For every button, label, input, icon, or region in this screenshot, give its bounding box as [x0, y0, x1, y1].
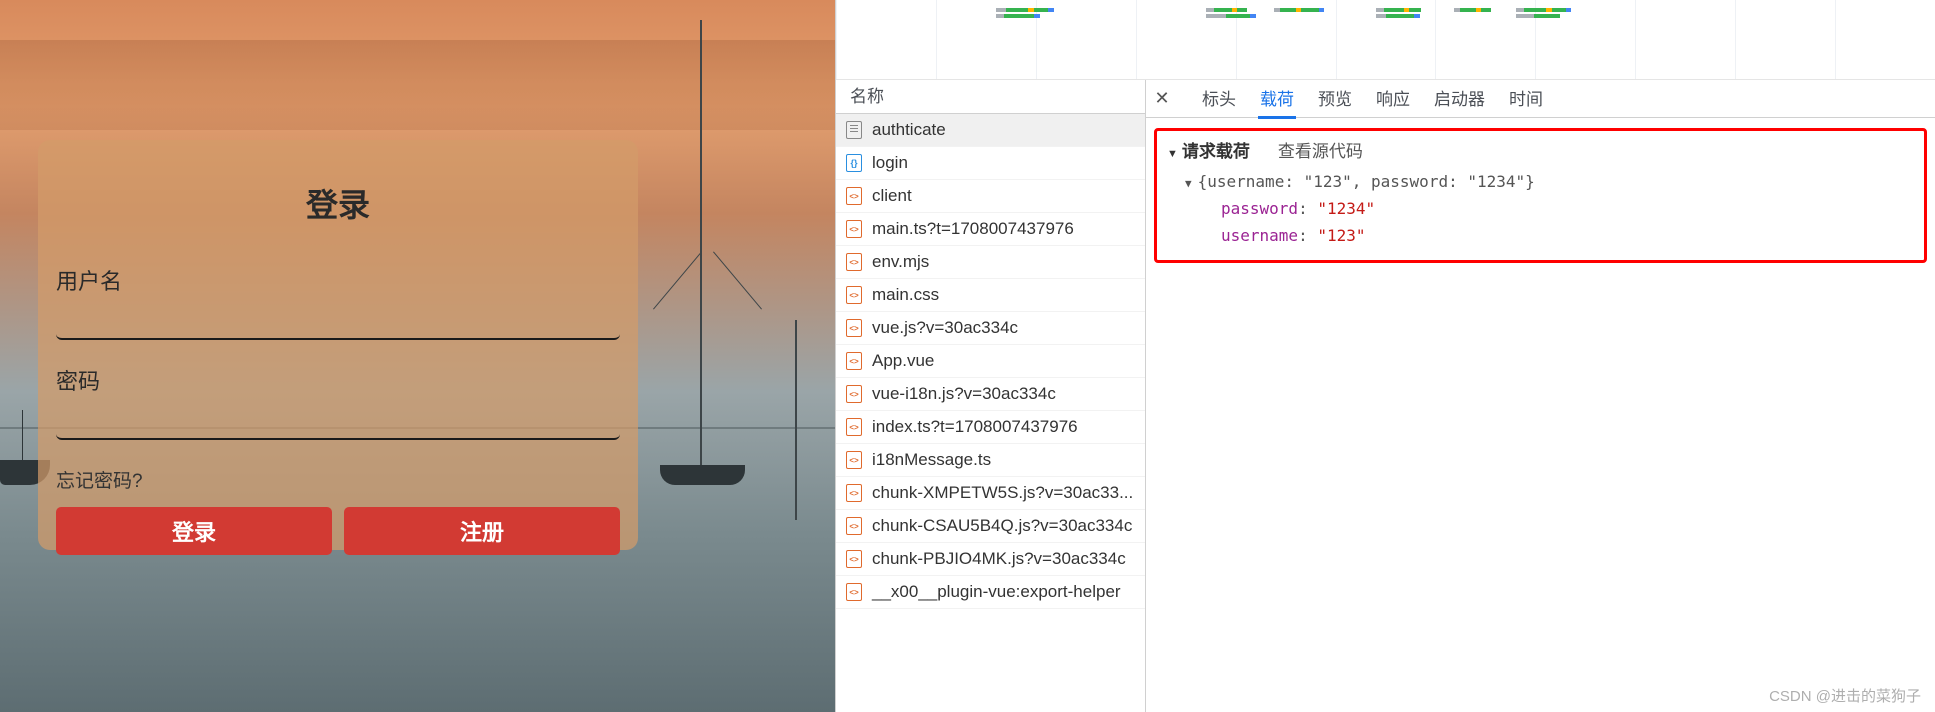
- network-column-header[interactable]: 名称: [836, 80, 1145, 114]
- json-summary: {username: "123", password: "1234"}: [1198, 172, 1535, 191]
- network-timeline[interactable]: [836, 0, 1935, 80]
- request-list[interactable]: authticate login client main.ts?t=170800743…: [836, 114, 1145, 712]
- tab-payload[interactable]: 载荷: [1258, 80, 1296, 119]
- request-name: main.css: [872, 285, 939, 305]
- sky-clouds: [0, 40, 835, 130]
- boat-mast: [22, 410, 23, 465]
- json-property-row[interactable]: password: "1234": [1185, 195, 1914, 222]
- script-file-icon: [846, 220, 862, 238]
- forgot-password-link[interactable]: 忘记密码?: [56, 466, 620, 493]
- request-name: chunk-XMPETW5S.js?v=30ac33...: [872, 483, 1133, 503]
- request-name: main.ts?t=1708007437976: [872, 219, 1074, 239]
- login-button[interactable]: 登录: [56, 507, 332, 555]
- script-file-icon: [846, 451, 862, 469]
- request-name: authticate: [872, 120, 946, 140]
- app-preview: 登录 用户名 密码 忘记密码? 登录 注册: [0, 0, 835, 712]
- login-card: 登录 用户名 密码 忘记密码? 登录 注册: [38, 140, 638, 550]
- request-item[interactable]: App.vue: [836, 345, 1145, 378]
- script-file-icon: [846, 187, 862, 205]
- request-name: chunk-PBJIO4MK.js?v=30ac334c: [872, 549, 1126, 569]
- login-title: 登录: [56, 180, 620, 226]
- request-item[interactable]: vue.js?v=30ac334c: [836, 312, 1145, 345]
- request-name: i18nMessage.ts: [872, 450, 991, 470]
- payload-panel: 请求载荷 查看源代码 ▼ {username: "123", password: …: [1146, 118, 1935, 712]
- script-file-icon: [846, 253, 862, 271]
- request-name: client: [872, 186, 912, 206]
- json-key: username: [1221, 226, 1298, 245]
- script-file-icon: [846, 319, 862, 337]
- request-name: App.vue: [872, 351, 934, 371]
- tab-preview[interactable]: 预览: [1316, 80, 1354, 119]
- detail-tabs: ✕ 标头 载荷 预览 响应 启动器 时间: [1146, 80, 1935, 118]
- devtools-panel: 名称 authticate login client main.ts?t=170800…: [835, 0, 1935, 712]
- script-file-icon: [846, 583, 862, 601]
- script-file-icon: [846, 418, 862, 436]
- request-item[interactable]: authticate: [836, 114, 1145, 147]
- script-file-icon: [846, 286, 862, 304]
- password-input[interactable]: [56, 406, 620, 440]
- tab-headers[interactable]: 标头: [1200, 80, 1238, 119]
- request-name: __x00__plugin-vue:export-helper: [872, 582, 1121, 602]
- view-source-link[interactable]: 查看源代码: [1278, 137, 1363, 162]
- sailboat-mast: [700, 20, 702, 470]
- request-name: chunk-CSAU5B4Q.js?v=30ac334c: [872, 516, 1132, 536]
- request-name: env.mjs: [872, 252, 929, 272]
- request-item[interactable]: chunk-PBJIO4MK.js?v=30ac334c: [836, 543, 1145, 576]
- json-value: "1234": [1317, 199, 1375, 218]
- request-item[interactable]: main.css: [836, 279, 1145, 312]
- button-row: 登录 注册: [56, 507, 620, 555]
- username-input[interactable]: [56, 306, 620, 340]
- close-icon[interactable]: ✕: [1152, 89, 1172, 109]
- network-column: 名称 authticate login client main.ts?t=170800…: [836, 80, 1146, 712]
- request-item[interactable]: chunk-XMPETW5S.js?v=30ac33...: [836, 477, 1145, 510]
- script-file-icon: [846, 484, 862, 502]
- request-item[interactable]: login: [836, 147, 1145, 180]
- detail-column: ✕ 标头 载荷 预览 响应 启动器 时间 请求载荷 查看源代码 ▼ {userna…: [1146, 80, 1935, 712]
- expand-toggle-icon[interactable]: ▼: [1185, 177, 1192, 190]
- json-key: password: [1221, 199, 1298, 218]
- document-icon: [846, 121, 862, 139]
- json-property-row[interactable]: username: "123": [1185, 222, 1914, 249]
- json-tree[interactable]: ▼ {username: "123", password: "1234"} pas…: [1167, 168, 1914, 250]
- username-label: 用户名: [56, 264, 620, 296]
- request-item[interactable]: __x00__plugin-vue:export-helper: [836, 576, 1145, 609]
- tab-response[interactable]: 响应: [1374, 80, 1412, 119]
- request-item[interactable]: vue-i18n.js?v=30ac334c: [836, 378, 1145, 411]
- request-item[interactable]: index.ts?t=1708007437976: [836, 411, 1145, 444]
- highlight-annotation: 请求载荷 查看源代码 ▼ {username: "123", password: …: [1154, 128, 1927, 263]
- sailboat-rigging: [653, 251, 702, 309]
- tab-timing[interactable]: 时间: [1507, 80, 1545, 119]
- watermark: CSDN @进击的菜狗子: [1769, 685, 1921, 706]
- request-name: vue-i18n.js?v=30ac334c: [872, 384, 1056, 404]
- devtools-body: 名称 authticate login client main.ts?t=170800…: [836, 80, 1935, 712]
- script-file-icon: [846, 385, 862, 403]
- json-value: "123": [1317, 226, 1365, 245]
- request-name: index.ts?t=1708007437976: [872, 417, 1078, 437]
- request-item[interactable]: client: [836, 180, 1145, 213]
- script-file-icon: [846, 550, 862, 568]
- script-file-icon: [846, 352, 862, 370]
- password-label: 密码: [56, 364, 620, 396]
- request-name: vue.js?v=30ac334c: [872, 318, 1018, 338]
- request-name: login: [872, 153, 908, 173]
- request-item[interactable]: env.mjs: [836, 246, 1145, 279]
- request-item[interactable]: main.ts?t=1708007437976: [836, 213, 1145, 246]
- script-file-icon: [846, 517, 862, 535]
- register-button[interactable]: 注册: [344, 507, 620, 555]
- request-item[interactable]: chunk-CSAU5B4Q.js?v=30ac334c: [836, 510, 1145, 543]
- sailboat-rigging: [713, 251, 762, 309]
- payload-section-title[interactable]: 请求载荷: [1167, 137, 1250, 162]
- json-root-row[interactable]: ▼ {username: "123", password: "1234"}: [1185, 168, 1914, 195]
- tab-initiator[interactable]: 启动器: [1432, 80, 1487, 119]
- request-item[interactable]: i18nMessage.ts: [836, 444, 1145, 477]
- boat-silhouette: [660, 465, 745, 485]
- json-file-icon: [846, 154, 862, 172]
- sailboat-mast: [795, 320, 797, 520]
